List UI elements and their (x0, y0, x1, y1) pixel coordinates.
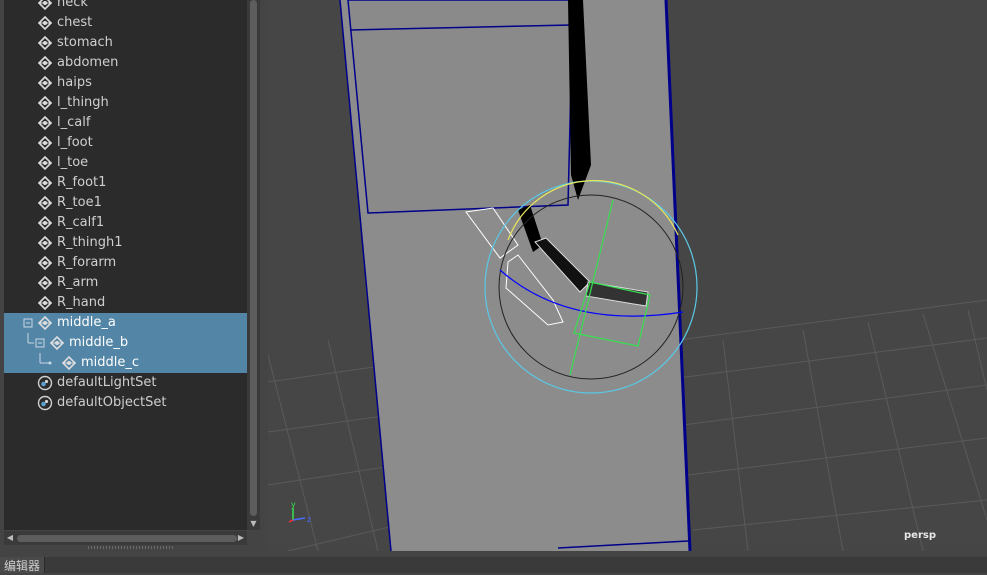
vertical-scrollbar-thumb[interactable] (250, 0, 257, 516)
outliner-item-defaultlightset[interactable]: defaultLightSet (4, 373, 247, 393)
joint-icon (37, 33, 57, 55)
scroll-left-arrow-icon[interactable]: ◀ (4, 531, 16, 545)
outliner-item-label: R_thingh1 (57, 235, 123, 250)
outliner-list: neck chest stomach abdomen haips l_thingh l_ca… (4, 0, 247, 530)
outliner-item-neck[interactable]: neck (4, 0, 247, 13)
outliner-item-middle-b[interactable]: middle_b (4, 333, 247, 353)
outliner-item-haips[interactable]: haips (4, 73, 247, 93)
outliner-item-label: R_foot1 (57, 175, 107, 190)
joint-icon (37, 13, 57, 35)
joint-icon (37, 193, 57, 215)
outliner-item-label: stomach (57, 35, 113, 50)
outliner-panel: neck chest stomach abdomen haips l_thingh l_ca… (0, 0, 262, 557)
scroll-down-arrow-icon[interactable]: ▼ (247, 518, 260, 530)
axis-z-label: z (307, 515, 311, 524)
tree-connector-icon (18, 353, 58, 373)
joint-icon (37, 153, 57, 175)
joint-icon (37, 73, 57, 95)
outliner-item-label: middle_a (57, 315, 116, 330)
outliner-item-chest[interactable]: chest (4, 13, 247, 33)
joint-icon (37, 213, 57, 235)
joint-icon (37, 313, 57, 335)
horizontal-scrollbar[interactable]: ◀ ▶ (4, 531, 247, 545)
outliner-item-label: l_calf (57, 115, 91, 130)
object-set-icon (37, 393, 57, 415)
outliner-item-abdomen[interactable]: abdomen (4, 53, 247, 73)
outliner-item-l-calf[interactable]: l_calf (4, 113, 247, 133)
viewport-scene[interactable]: y z (268, 0, 987, 551)
outliner-item-r-hand[interactable]: R_hand (4, 293, 247, 313)
joint-icon (37, 273, 57, 295)
outliner-item-r-foot1[interactable]: R_foot1 (4, 173, 247, 193)
outliner-item-label: haips (57, 75, 92, 90)
object-set-icon (37, 373, 57, 395)
outliner-item-defaultobjectset[interactable]: defaultObjectSet (4, 393, 247, 413)
editor-tab[interactable]: 编辑器 (0, 557, 46, 573)
outliner-item-label: R_forarm (57, 255, 117, 270)
outliner-item-label: l_thingh (57, 95, 109, 110)
camera-label: persp (904, 530, 936, 541)
outliner-item-label: R_calf1 (57, 215, 105, 230)
outliner-item-label: defaultObjectSet (57, 395, 167, 410)
joint-icon (61, 353, 81, 375)
status-bar: 编辑器 (0, 557, 987, 573)
joint-icon (37, 53, 57, 75)
joint-icon (37, 93, 57, 115)
outliner-item-r-forarm[interactable]: R_forarm (4, 253, 247, 273)
outliner-item-label: l_toe (57, 155, 89, 170)
outliner-item-label: l_foot (57, 135, 93, 150)
outliner-item-l-foot[interactable]: l_foot (4, 133, 247, 153)
outliner-item-label: middle_b (69, 335, 129, 350)
joint-icon (49, 333, 69, 355)
outliner-item-label: R_arm (57, 275, 99, 290)
joint-icon (37, 133, 57, 155)
outliner-item-label: neck (57, 0, 88, 10)
joint-icon (37, 293, 57, 315)
horizontal-scrollbar-thumb[interactable] (17, 535, 237, 542)
scroll-right-arrow-icon[interactable]: ▶ (235, 531, 247, 545)
outliner-item-stomach[interactable]: stomach (4, 33, 247, 53)
outliner-item-label: middle_c (81, 355, 140, 370)
outliner-item-label: abdomen (57, 55, 119, 70)
joint-icon (37, 113, 57, 135)
outliner-item-label: R_hand (57, 295, 106, 310)
outliner-item-r-arm[interactable]: R_arm (4, 273, 247, 293)
joint-icon (37, 253, 57, 275)
perspective-viewport[interactable]: y z persp (268, 0, 987, 551)
outliner-item-l-toe[interactable]: l_toe (4, 153, 247, 173)
outliner-item-middle-a[interactable]: middle_a (4, 313, 247, 333)
outliner-item-l-thingh[interactable]: l_thingh (4, 93, 247, 113)
outliner-item-r-calf1[interactable]: R_calf1 (4, 213, 247, 233)
outliner-item-middle-c[interactable]: middle_c (4, 353, 247, 373)
outliner-item-label: defaultLightSet (57, 375, 157, 390)
joint-icon (37, 233, 57, 255)
outliner-item-r-toe1[interactable]: R_toe1 (4, 193, 247, 213)
outliner-item-label: chest (57, 15, 93, 30)
vertical-scrollbar[interactable]: ▼ (247, 0, 260, 530)
mesh-inner-panel (347, 0, 574, 214)
outliner-item-r-thingh1[interactable]: R_thingh1 (4, 233, 247, 253)
axis-y-label: y (291, 500, 296, 509)
panel-resize-grip[interactable] (88, 546, 174, 549)
joint-icon (37, 173, 57, 195)
outliner-item-label: R_toe1 (57, 195, 102, 210)
